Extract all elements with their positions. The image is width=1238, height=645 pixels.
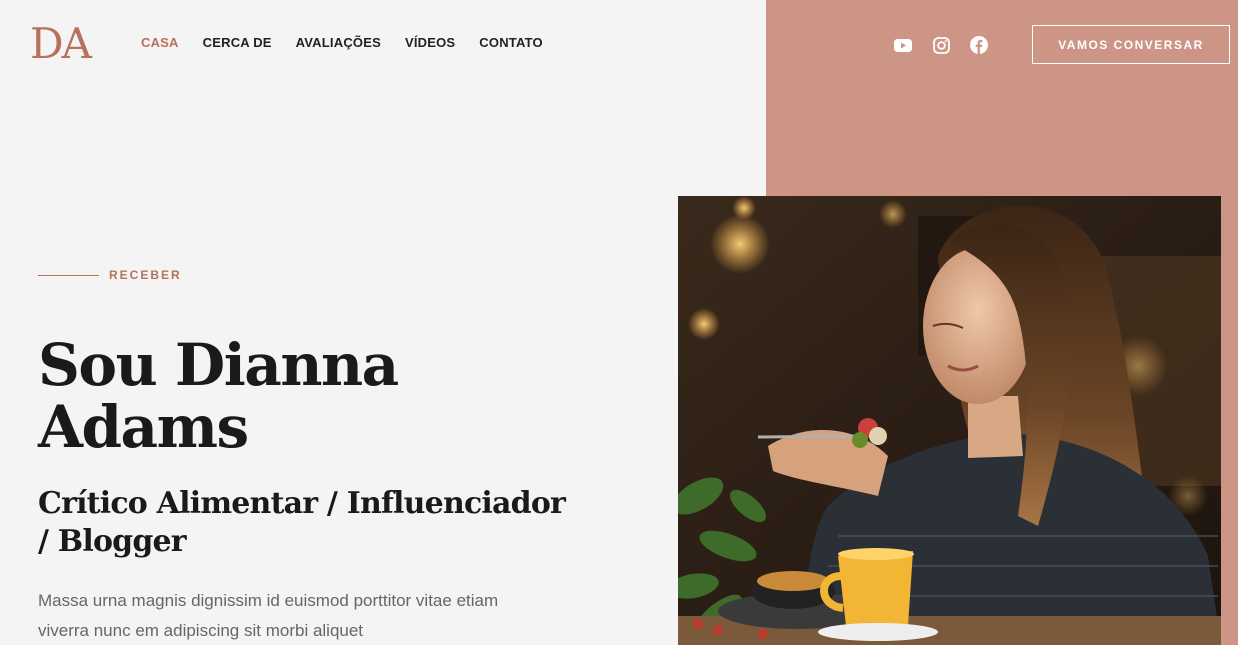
nav-item-casa[interactable]: CASA (141, 35, 179, 50)
hero-title: Sou Dianna Adams (38, 334, 558, 458)
site-logo[interactable]: DA (30, 22, 92, 66)
nav-item-contato[interactable]: CONTATO (479, 35, 543, 50)
hero-title-line1: Sou Dianna (38, 331, 399, 399)
instagram-icon[interactable] (931, 35, 951, 55)
facebook-icon[interactable] (969, 35, 989, 55)
nav-item-cerca-de[interactable]: CERCA DE (203, 35, 272, 50)
hero-subtitle: Crítico Alimentar / Influenciador / Blog… (38, 486, 566, 559)
hero-photo (678, 196, 1221, 645)
eyebrow-label: RECEBER (109, 268, 182, 282)
lets-talk-button[interactable]: VAMOS CONVERSAR (1032, 25, 1230, 64)
nav-item-avaliacoes[interactable]: AVALIAÇÕES (296, 35, 381, 50)
hero-title-line2: Adams (38, 393, 249, 461)
main-nav: CASA CERCA DE AVALIAÇÕES VÍDEOS CONTATO (141, 35, 543, 50)
youtube-icon[interactable] (893, 35, 913, 55)
hero-eyebrow: RECEBER (38, 268, 182, 282)
hero-description: Massa urna magnis dignissim id euismod p… (38, 591, 499, 640)
social-links (893, 35, 989, 55)
eyebrow-divider (38, 274, 99, 276)
nav-item-videos[interactable]: VÍDEOS (405, 35, 455, 50)
